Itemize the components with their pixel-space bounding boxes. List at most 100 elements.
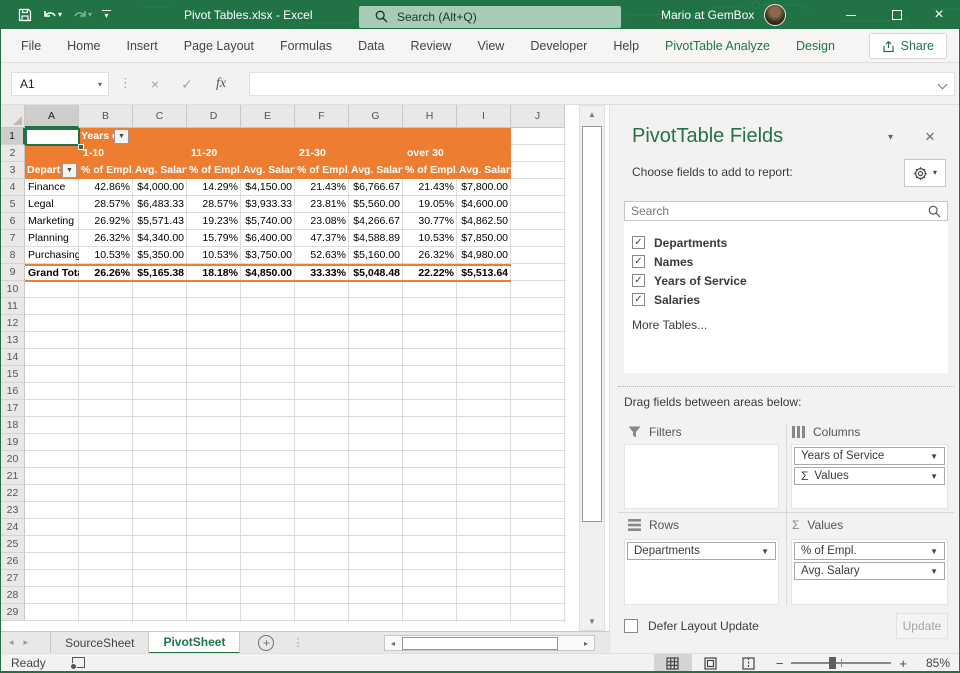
pivot-cell[interactable]: $4,600.00 bbox=[457, 196, 511, 213]
filters-area[interactable] bbox=[624, 444, 779, 509]
row-header-27[interactable]: 27 bbox=[1, 570, 25, 587]
pivot-cell[interactable]: 23.08% bbox=[295, 213, 349, 230]
share-button[interactable]: Share bbox=[868, 33, 947, 59]
pivot-cell[interactable]: $4,862.50 bbox=[457, 213, 511, 230]
ribbon-tab-file[interactable]: File bbox=[8, 29, 54, 63]
pivot-cell[interactable]: 10.53% bbox=[187, 247, 241, 264]
pill-dropdown-icon[interactable]: ▼ bbox=[930, 452, 938, 461]
pivot-cell[interactable]: $4,588.89 bbox=[349, 230, 403, 247]
pivot-cell[interactable]: 10.53% bbox=[79, 247, 133, 264]
pivot-cell[interactable]: 30.77% bbox=[403, 213, 457, 230]
pivot-cell[interactable]: $5,160.00 bbox=[349, 247, 403, 264]
pivot-cell[interactable]: 42.86% bbox=[79, 179, 133, 196]
ribbon-tab-developer[interactable]: Developer bbox=[517, 29, 600, 63]
sheet-nav-left-icon[interactable]: ◂ bbox=[1, 637, 22, 648]
ribbon-tab-page-layout[interactable]: Page Layout bbox=[171, 29, 267, 63]
pane-close-icon[interactable]: × bbox=[925, 127, 935, 147]
row-header-1[interactable]: 1 bbox=[1, 128, 25, 145]
pill-values[interactable]: Σ Values ▼ bbox=[794, 467, 945, 485]
pivot-cell[interactable]: $4,980.00 bbox=[457, 247, 511, 264]
pill-dropdown-icon[interactable]: ▼ bbox=[761, 547, 769, 556]
pivot-row-name[interactable]: Grand Total bbox=[25, 266, 79, 280]
column-header-E[interactable]: E bbox=[241, 105, 295, 128]
pivot-row-name[interactable]: Purchasing bbox=[25, 247, 79, 264]
cancel-entry-icon[interactable]: × bbox=[141, 72, 169, 96]
column-header-J[interactable]: J bbox=[511, 105, 565, 128]
pivot-cell[interactable]: $4,340.00 bbox=[133, 230, 187, 247]
macro-record-icon[interactable] bbox=[69, 657, 85, 670]
pivot-cell[interactable]: $5,560.00 bbox=[349, 196, 403, 213]
ribbon-tab-pivottable-analyze[interactable]: PivotTable Analyze bbox=[652, 29, 783, 63]
field-checkbox[interactable]: ✓ bbox=[632, 255, 645, 268]
pill-dropdown-icon[interactable]: ▼ bbox=[930, 472, 938, 481]
pill-yearsofservice[interactable]: Years of Service ▼ bbox=[794, 447, 945, 465]
save-icon[interactable] bbox=[15, 4, 35, 26]
column-header-C[interactable]: C bbox=[133, 105, 187, 128]
update-button[interactable]: Update bbox=[896, 613, 948, 639]
pivot-cell[interactable]: 52.63% bbox=[295, 247, 349, 264]
field-item-years-of-service[interactable]: ✓ Years of Service bbox=[632, 271, 948, 290]
close-button[interactable]: × bbox=[917, 1, 959, 29]
pivot-rowfield-dropdown-icon[interactable]: ▼ bbox=[62, 163, 77, 178]
pill-dropdown-icon[interactable]: ▼ bbox=[930, 547, 938, 556]
row-header-4[interactable]: 4 bbox=[1, 179, 25, 196]
avatar[interactable] bbox=[764, 4, 787, 26]
field-item-salaries[interactable]: ✓ Salaries bbox=[632, 290, 948, 309]
confirm-entry-icon[interactable]: ✓ bbox=[173, 72, 201, 96]
formula-bar-splitter[interactable]: ⋮ bbox=[119, 75, 132, 91]
pivot-cell[interactable]: 19.23% bbox=[187, 213, 241, 230]
undo-icon[interactable]: ▾ bbox=[39, 4, 65, 26]
page-layout-view-icon[interactable] bbox=[692, 654, 730, 672]
select-all-corner[interactable] bbox=[1, 105, 25, 128]
pivot-cell[interactable]: $5,165.38 bbox=[133, 266, 187, 280]
pivot-cell[interactable]: 21.43% bbox=[295, 179, 349, 196]
column-header-G[interactable]: G bbox=[349, 105, 403, 128]
undo-caret-icon[interactable]: ▾ bbox=[58, 11, 62, 19]
defer-layout-checkbox[interactable] bbox=[624, 619, 638, 633]
pivot-cell[interactable]: $5,740.00 bbox=[241, 213, 295, 230]
row-header-15[interactable]: 15 bbox=[1, 366, 25, 383]
horizontal-scroll-thumb[interactable] bbox=[402, 637, 558, 650]
column-header-F[interactable]: F bbox=[295, 105, 349, 128]
pill-avgsalary[interactable]: Avg. Salary ▼ bbox=[794, 562, 945, 580]
row-header-19[interactable]: 19 bbox=[1, 434, 25, 451]
zoom-out-icon[interactable]: − bbox=[768, 656, 792, 671]
expand-formula-bar-icon[interactable] bbox=[937, 79, 948, 90]
pivot-cell[interactable]: 47.37% bbox=[295, 230, 349, 247]
ribbon-tab-design[interactable]: Design bbox=[783, 29, 848, 63]
field-checkbox[interactable]: ✓ bbox=[632, 293, 645, 306]
more-tables-link[interactable]: More Tables... bbox=[632, 318, 948, 332]
scroll-up-icon[interactable]: ▲ bbox=[580, 106, 604, 123]
row-header-25[interactable]: 25 bbox=[1, 536, 25, 553]
pivot-cell[interactable]: $7,800.00 bbox=[457, 179, 511, 196]
column-header-D[interactable]: D bbox=[187, 105, 241, 128]
pivot-cell[interactable]: 10.53% bbox=[403, 230, 457, 247]
page-break-view-icon[interactable] bbox=[730, 654, 768, 672]
row-header-14[interactable]: 14 bbox=[1, 349, 25, 366]
pivot-cell[interactable]: 22.22% bbox=[403, 266, 457, 280]
search-bar[interactable]: Search (Alt+Q) bbox=[359, 6, 621, 28]
rows-area[interactable]: Departments ▼ bbox=[624, 539, 779, 605]
pivot-cell[interactable]: $7,850.00 bbox=[457, 230, 511, 247]
pivot-cell[interactable]: 26.32% bbox=[79, 230, 133, 247]
pivot-cell[interactable]: $4,850.00 bbox=[241, 266, 295, 280]
row-header-3[interactable]: 3 bbox=[1, 162, 25, 179]
pane-options-caret-icon[interactable]: ▾ bbox=[888, 132, 893, 143]
row-header-7[interactable]: 7 bbox=[1, 230, 25, 247]
scroll-right-icon[interactable]: ▸ bbox=[578, 639, 594, 648]
row-header-5[interactable]: 5 bbox=[1, 196, 25, 213]
maximize-button[interactable] bbox=[875, 1, 919, 29]
row-header-23[interactable]: 23 bbox=[1, 502, 25, 519]
zoom-in-icon[interactable]: + bbox=[891, 656, 915, 671]
ribbon-tab-review[interactable]: Review bbox=[397, 29, 464, 63]
row-header-16[interactable]: 16 bbox=[1, 383, 25, 400]
new-sheet-button[interactable]: + bbox=[258, 634, 275, 651]
pivot-cell[interactable]: $3,933.33 bbox=[241, 196, 295, 213]
normal-view-icon[interactable] bbox=[653, 654, 692, 672]
row-header-28[interactable]: 28 bbox=[1, 587, 25, 604]
row-header-13[interactable]: 13 bbox=[1, 332, 25, 349]
vertical-scroll-thumb[interactable] bbox=[582, 126, 602, 522]
row-header-6[interactable]: 6 bbox=[1, 213, 25, 230]
name-box[interactable]: A1 ▾ bbox=[11, 72, 109, 96]
pivot-cell[interactable]: 14.29% bbox=[187, 179, 241, 196]
